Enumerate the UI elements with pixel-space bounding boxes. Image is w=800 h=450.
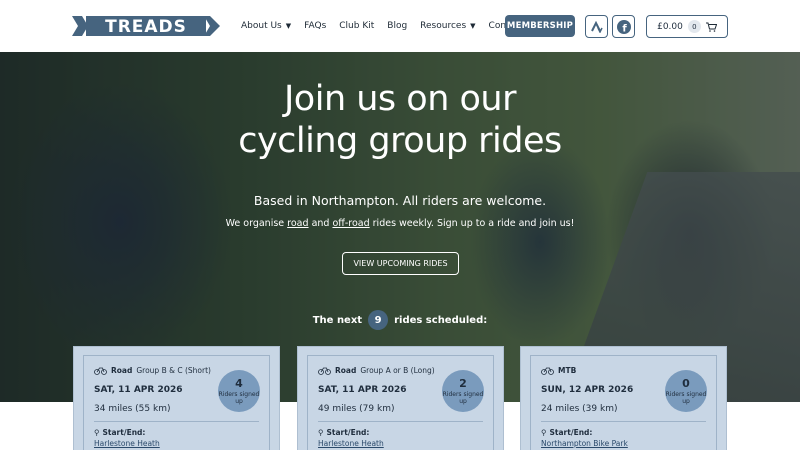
- signed-up-badge: 4 Riders signed up: [218, 370, 260, 412]
- divider: [318, 421, 483, 422]
- hero-subtitle: We organise road and off-road rides week…: [225, 218, 575, 229]
- signed-up-badge: 0 Riders signed up: [665, 370, 707, 412]
- hero-title: Join us on our cycling group rides: [238, 79, 562, 161]
- top-nav: TREADS About Us ▼ FAQs Club Kit Blog Reso…: [0, 0, 800, 52]
- ride-location-link[interactable]: Northampton Bike Park: [541, 439, 706, 448]
- ride-card-inner: Road Group A or B (Long) SAT, 11 APR 2026…: [307, 355, 494, 450]
- strava-link[interactable]: [585, 15, 608, 38]
- divider: [541, 421, 706, 422]
- ride-card[interactable]: Road Group A or B (Long) SAT, 11 APR 2026…: [297, 346, 504, 450]
- map-pin-icon: ⚲: [318, 428, 324, 437]
- membership-button[interactable]: MEMBERSHIP: [505, 15, 575, 37]
- cart-button[interactable]: £0.00 0: [646, 15, 728, 38]
- ride-card[interactable]: MTB SUN, 12 APR 2026 24 miles (39 km) ⚲ S…: [520, 346, 727, 450]
- menu-blog[interactable]: Blog: [387, 21, 407, 31]
- cart-icon: [705, 22, 717, 32]
- chevron-down-icon: ▼: [470, 22, 476, 30]
- cart-total: £0.00: [657, 21, 683, 32]
- facebook-link[interactable]: f: [612, 15, 635, 38]
- menu-resources[interactable]: Resources ▼: [420, 21, 475, 31]
- ride-location-link[interactable]: Harlestone Heath: [318, 439, 483, 448]
- start-end-label: ⚲ Start/End:: [318, 428, 370, 437]
- svg-text:f: f: [622, 23, 627, 34]
- off-road-link[interactable]: off-road: [332, 218, 369, 229]
- rides-scheduled-heading: The next 9 rides scheduled:: [0, 310, 800, 330]
- map-pin-icon: ⚲: [94, 428, 100, 437]
- facebook-icon: f: [616, 19, 631, 34]
- strava-icon: [590, 20, 603, 33]
- map-pin-icon: ⚲: [541, 428, 547, 437]
- chevron-down-icon: ▼: [285, 22, 292, 30]
- ride-card-inner: Road Group B & C (Short) SAT, 11 APR 2026…: [83, 355, 270, 450]
- bicycle-icon: [318, 367, 331, 375]
- menu-faqs[interactable]: FAQs: [304, 21, 326, 31]
- rides-count-badge: 9: [368, 310, 389, 330]
- hero-tagline: Based in Northampton. All riders are wel…: [253, 193, 547, 208]
- road-link[interactable]: road: [287, 218, 308, 229]
- ride-card-inner: MTB SUN, 12 APR 2026 24 miles (39 km) ⚲ S…: [530, 355, 717, 450]
- start-end-label: ⚲ Start/End:: [94, 428, 146, 437]
- ride-location-link[interactable]: Harlestone Heath: [94, 439, 259, 448]
- menu-about-us[interactable]: About Us ▼: [241, 21, 291, 31]
- menu-club-kit[interactable]: Club Kit: [339, 21, 374, 31]
- signed-up-badge: 2 Riders signed up: [442, 370, 484, 412]
- svg-text:TREADS: TREADS: [105, 17, 187, 37]
- mountain-bike-icon: [541, 367, 554, 375]
- start-end-label: ⚲ Start/End:: [541, 428, 593, 437]
- cart-count-badge: 0: [687, 20, 701, 33]
- ride-card[interactable]: Road Group B & C (Short) SAT, 11 APR 2026…: [73, 346, 280, 450]
- divider: [94, 421, 259, 422]
- treads-logo[interactable]: TREADS: [72, 14, 220, 38]
- bicycle-icon: [94, 367, 107, 375]
- view-upcoming-rides-button[interactable]: VIEW UPCOMING RIDES: [342, 252, 459, 275]
